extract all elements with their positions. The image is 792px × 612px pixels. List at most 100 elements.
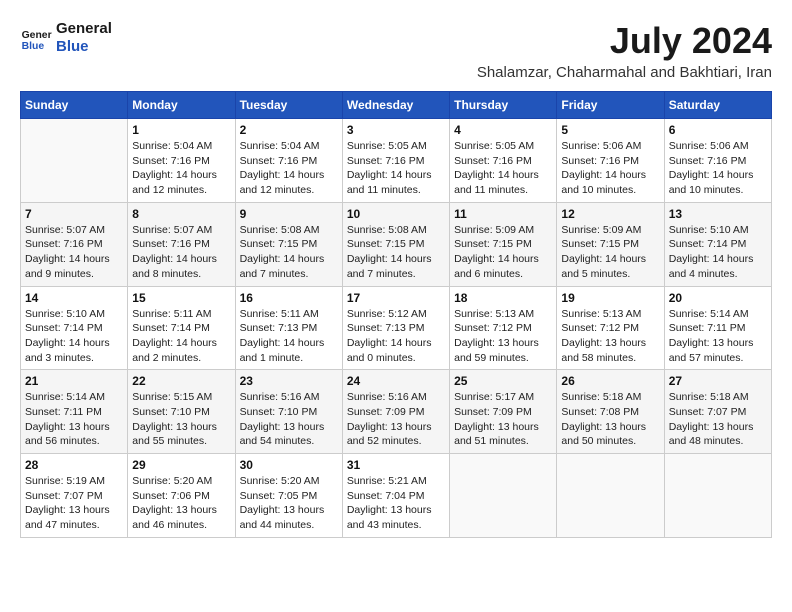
day-number: 31 — [347, 458, 445, 472]
day-info: Sunrise: 5:18 AMSunset: 7:07 PMDaylight:… — [669, 390, 767, 449]
day-info: Sunrise: 5:04 AMSunset: 7:16 PMDaylight:… — [132, 139, 230, 198]
day-info: Sunrise: 5:17 AMSunset: 7:09 PMDaylight:… — [454, 390, 552, 449]
weekday-header-row: SundayMondayTuesdayWednesdayThursdayFrid… — [21, 92, 772, 119]
calendar-day-cell: 23 Sunrise: 5:16 AMSunset: 7:10 PMDayligh… — [235, 370, 342, 454]
day-info: Sunrise: 5:08 AMSunset: 7:15 PMDaylight:… — [240, 223, 338, 282]
calendar-day-cell — [450, 454, 557, 538]
day-number: 1 — [132, 123, 230, 137]
day-number: 23 — [240, 374, 338, 388]
day-number: 24 — [347, 374, 445, 388]
calendar-day-cell: 19 Sunrise: 5:13 AMSunset: 7:12 PMDayligh… — [557, 286, 664, 370]
day-number: 17 — [347, 291, 445, 305]
calendar-day-cell: 1 Sunrise: 5:04 AMSunset: 7:16 PMDaylight… — [128, 119, 235, 203]
day-info: Sunrise: 5:06 AMSunset: 7:16 PMDaylight:… — [561, 139, 659, 198]
day-number: 2 — [240, 123, 338, 137]
calendar-day-cell: 15 Sunrise: 5:11 AMSunset: 7:14 PMDayligh… — [128, 286, 235, 370]
location-title: Shalamzar, Chaharmahal and Bakhtiari, Ir… — [477, 64, 772, 81]
calendar-day-cell: 12 Sunrise: 5:09 AMSunset: 7:15 PMDayligh… — [557, 202, 664, 286]
calendar-day-cell: 3 Sunrise: 5:05 AMSunset: 7:16 PMDaylight… — [342, 119, 449, 203]
day-info: Sunrise: 5:19 AMSunset: 7:07 PMDaylight:… — [25, 474, 123, 533]
calendar-day-cell: 14 Sunrise: 5:10 AMSunset: 7:14 PMDayligh… — [21, 286, 128, 370]
day-number: 14 — [25, 291, 123, 305]
calendar-day-cell: 8Sunrise: 5:07 AMSunset: 7:16 PMDaylight… — [128, 202, 235, 286]
day-info: Sunrise: 5:09 AMSunset: 7:15 PMDaylight:… — [561, 223, 659, 282]
day-info: Sunrise: 5:12 AMSunset: 7:13 PMDaylight:… — [347, 307, 445, 366]
calendar-week-row: 21Sunrise: 5:14 AMSunset: 7:11 PMDayligh… — [21, 370, 772, 454]
calendar-day-cell: 29Sunrise: 5:20 AMSunset: 7:06 PMDayligh… — [128, 454, 235, 538]
day-info: Sunrise: 5:13 AMSunset: 7:12 PMDaylight:… — [454, 307, 552, 366]
day-number: 4 — [454, 123, 552, 137]
day-number: 22 — [132, 374, 230, 388]
logo-icon: General Blue — [20, 22, 52, 54]
calendar-day-cell: 10 Sunrise: 5:08 AMSunset: 7:15 PMDayligh… — [342, 202, 449, 286]
day-number: 13 — [669, 207, 767, 221]
calendar-day-cell — [21, 119, 128, 203]
calendar-day-cell: 7Sunrise: 5:07 AMSunset: 7:16 PMDaylight… — [21, 202, 128, 286]
weekday-header-cell: Saturday — [664, 92, 771, 119]
calendar-day-cell: 21Sunrise: 5:14 AMSunset: 7:11 PMDayligh… — [21, 370, 128, 454]
day-info: Sunrise: 5:05 AMSunset: 7:16 PMDaylight:… — [347, 139, 445, 198]
calendar-day-cell: 24 Sunrise: 5:16 AMSunset: 7:09 PMDayligh… — [342, 370, 449, 454]
day-info: Sunrise: 5:10 AMSunset: 7:14 PMDaylight:… — [25, 307, 123, 366]
day-info: Sunrise: 5:11 AMSunset: 7:14 PMDaylight:… — [132, 307, 230, 366]
calendar-day-cell: 5Sunrise: 5:06 AMSunset: 7:16 PMDaylight… — [557, 119, 664, 203]
calendar-day-cell: 2 Sunrise: 5:04 AMSunset: 7:16 PMDaylight… — [235, 119, 342, 203]
calendar-week-row: 1 Sunrise: 5:04 AMSunset: 7:16 PMDaylight… — [21, 119, 772, 203]
calendar-day-cell: 18 Sunrise: 5:13 AMSunset: 7:12 PMDayligh… — [450, 286, 557, 370]
title-section: July 2024 Shalamzar, Chaharmahal and Bak… — [477, 20, 772, 81]
calendar-day-cell: 11 Sunrise: 5:09 AMSunset: 7:15 PMDayligh… — [450, 202, 557, 286]
calendar-day-cell: 26Sunrise: 5:18 AMSunset: 7:08 PMDayligh… — [557, 370, 664, 454]
calendar-day-cell: 28Sunrise: 5:19 AMSunset: 7:07 PMDayligh… — [21, 454, 128, 538]
day-number: 18 — [454, 291, 552, 305]
day-number: 6 — [669, 123, 767, 137]
calendar-day-cell: 6Sunrise: 5:06 AMSunset: 7:16 PMDaylight… — [664, 119, 771, 203]
day-number: 30 — [240, 458, 338, 472]
day-info: Sunrise: 5:13 AMSunset: 7:12 PMDaylight:… — [561, 307, 659, 366]
day-info: Sunrise: 5:05 AMSunset: 7:16 PMDaylight:… — [454, 139, 552, 198]
calendar-day-cell — [664, 454, 771, 538]
day-info: Sunrise: 5:16 AMSunset: 7:09 PMDaylight:… — [347, 390, 445, 449]
day-info: Sunrise: 5:16 AMSunset: 7:10 PMDaylight:… — [240, 390, 338, 449]
calendar-day-cell: 22 Sunrise: 5:15 AMSunset: 7:10 PMDayligh… — [128, 370, 235, 454]
weekday-header-cell: Friday — [557, 92, 664, 119]
logo-blue: Blue — [56, 38, 112, 56]
day-number: 9 — [240, 207, 338, 221]
calendar-day-cell: 17 Sunrise: 5:12 AMSunset: 7:13 PMDayligh… — [342, 286, 449, 370]
day-info: Sunrise: 5:07 AMSunset: 7:16 PMDaylight:… — [132, 223, 230, 282]
day-info: Sunrise: 5:04 AMSunset: 7:16 PMDaylight:… — [240, 139, 338, 198]
calendar-day-cell: 9 Sunrise: 5:08 AMSunset: 7:15 PMDaylight… — [235, 202, 342, 286]
calendar-day-cell: 27 Sunrise: 5:18 AMSunset: 7:07 PMDayligh… — [664, 370, 771, 454]
day-info: Sunrise: 5:21 AMSunset: 7:04 PMDaylight:… — [347, 474, 445, 533]
day-info: Sunrise: 5:09 AMSunset: 7:15 PMDaylight:… — [454, 223, 552, 282]
day-info: Sunrise: 5:08 AMSunset: 7:15 PMDaylight:… — [347, 223, 445, 282]
weekday-header-cell: Sunday — [21, 92, 128, 119]
calendar-day-cell: 20Sunrise: 5:14 AMSunset: 7:11 PMDayligh… — [664, 286, 771, 370]
day-number: 27 — [669, 374, 767, 388]
day-number: 20 — [669, 291, 767, 305]
month-title: July 2024 — [477, 20, 772, 62]
calendar-day-cell: 4 Sunrise: 5:05 AMSunset: 7:16 PMDaylight… — [450, 119, 557, 203]
day-number: 25 — [454, 374, 552, 388]
svg-text:General: General — [22, 30, 52, 41]
weekday-header-cell: Thursday — [450, 92, 557, 119]
day-number: 12 — [561, 207, 659, 221]
calendar-body: 1 Sunrise: 5:04 AMSunset: 7:16 PMDaylight… — [21, 119, 772, 538]
day-number: 11 — [454, 207, 552, 221]
day-info: Sunrise: 5:15 AMSunset: 7:10 PMDaylight:… — [132, 390, 230, 449]
logo: General Blue General Blue — [20, 20, 112, 56]
day-info: Sunrise: 5:07 AMSunset: 7:16 PMDaylight:… — [25, 223, 123, 282]
day-number: 15 — [132, 291, 230, 305]
calendar-day-cell: 30Sunrise: 5:20 AMSunset: 7:05 PMDayligh… — [235, 454, 342, 538]
day-number: 26 — [561, 374, 659, 388]
day-number: 16 — [240, 291, 338, 305]
day-number: 3 — [347, 123, 445, 137]
weekday-header-cell: Monday — [128, 92, 235, 119]
calendar-day-cell: 31 Sunrise: 5:21 AMSunset: 7:04 PMDayligh… — [342, 454, 449, 538]
day-number: 19 — [561, 291, 659, 305]
calendar-week-row: 14 Sunrise: 5:10 AMSunset: 7:14 PMDayligh… — [21, 286, 772, 370]
day-number: 10 — [347, 207, 445, 221]
logo-general: General — [56, 20, 112, 38]
weekday-header-cell: Tuesday — [235, 92, 342, 119]
weekday-header-cell: Wednesday — [342, 92, 449, 119]
calendar-week-row: 7Sunrise: 5:07 AMSunset: 7:16 PMDaylight… — [21, 202, 772, 286]
